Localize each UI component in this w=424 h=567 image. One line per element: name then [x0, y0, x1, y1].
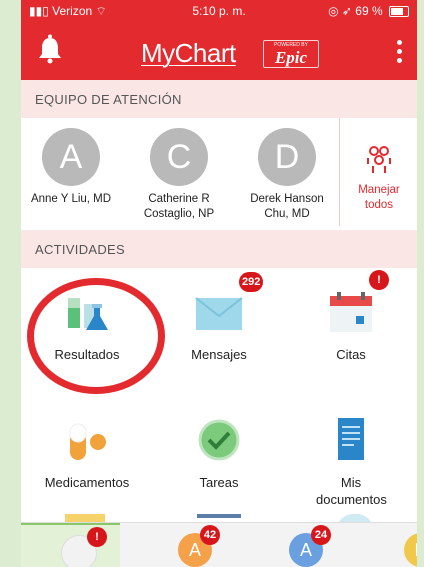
battery-percent: 69 % — [355, 4, 383, 18]
alert-badge: ! — [87, 527, 107, 547]
team-member-anne[interactable]: A Anne Y Liu, MD — [23, 128, 119, 207]
app-header: ▮▮▯ Verizon ⌔ 5:10 p. m. ◎ ➶ 69 % MyChar… — [21, 0, 417, 80]
phone-screen: ▮▮▯ Verizon ⌔ 5:10 p. m. ◎ ➶ 69 % MyChar… — [21, 0, 417, 567]
team-member-derek[interactable]: D Derek Hanson Chu, MD — [239, 128, 335, 222]
calendar-icon — [330, 292, 372, 332]
unread-badge: 292 — [239, 272, 264, 292]
team-member-catherine[interactable]: C Catherine R Costaglio, NP — [131, 128, 227, 222]
battery-icon — [389, 6, 409, 18]
member-name: Derek Hanson Chu, MD — [250, 193, 324, 220]
logo-text: MyChart — [141, 38, 236, 68]
account-switcher-bar: ! A 42 A 24 D — [21, 522, 417, 567]
member-name: Catherine R Costaglio, NP — [143, 193, 215, 220]
activity-label: Medicamentos — [44, 475, 130, 490]
status-bar: ▮▮▯ Verizon ⌔ 5:10 p. m. ◎ ➶ 69 % — [21, 4, 417, 22]
mychart-logo: MyChart POWERED BY Epic — [141, 38, 321, 68]
activities-heading: ACTIVIDADES — [35, 242, 125, 257]
avatar: D — [258, 128, 316, 186]
people-group-icon — [367, 146, 391, 173]
manage-all-button[interactable]: Manejar todos — [339, 118, 417, 226]
activity-label: Tareas — [199, 475, 239, 490]
activity-label: Citas — [336, 347, 366, 362]
pills-icon — [69, 423, 106, 460]
account-tab-3[interactable]: A 24 — [219, 523, 331, 567]
account-tab-self[interactable]: ! — [21, 523, 120, 567]
epic-badge: POWERED BY Epic — [263, 40, 319, 68]
activity-tasks[interactable]: Tareas — [153, 396, 285, 516]
account-tab-4[interactable]: D — [318, 523, 417, 567]
document-icon — [338, 418, 364, 460]
envelope-icon — [195, 297, 243, 330]
activity-appointments[interactable]: ! Citas — [285, 268, 417, 388]
account-tab-2[interactable]: A 42 — [120, 523, 220, 567]
partial-icon — [197, 514, 241, 518]
unread-badge: 42 — [200, 525, 220, 545]
avatar: D — [404, 533, 417, 567]
location-icon: ◎ ➶ — [328, 4, 356, 18]
avatar: C — [150, 128, 208, 186]
avatar: A — [42, 128, 100, 186]
highlight-circle — [27, 278, 165, 394]
manage-all-label: Manejar todos — [358, 184, 400, 211]
activities-section-header: ACTIVIDADES — [21, 230, 417, 268]
team-heading: EQUIPO DE ATENCIÓN — [35, 92, 182, 107]
battery-status: ◎ ➶ 69 % — [328, 4, 409, 18]
care-team: A Anne Y Liu, MD C Catherine R Costaglio… — [21, 118, 417, 226]
activity-label: Mensajes — [191, 347, 247, 362]
checkmark-icon — [198, 419, 240, 461]
member-name: Anne Y Liu, MD — [30, 193, 112, 205]
activity-label: Mis documentos — [316, 475, 387, 507]
epic-text: Epic — [274, 48, 308, 67]
team-section-header: EQUIPO DE ATENCIÓN — [21, 80, 417, 118]
activity-messages[interactable]: 292 Mensajes — [153, 268, 285, 388]
activity-documents[interactable]: Mis documentos — [285, 396, 417, 516]
bell-icon[interactable] — [37, 34, 63, 64]
activity-medications[interactable]: Medicamentos — [21, 396, 153, 516]
vertical-dots-icon[interactable] — [397, 40, 403, 64]
alert-badge: ! — [369, 270, 389, 290]
